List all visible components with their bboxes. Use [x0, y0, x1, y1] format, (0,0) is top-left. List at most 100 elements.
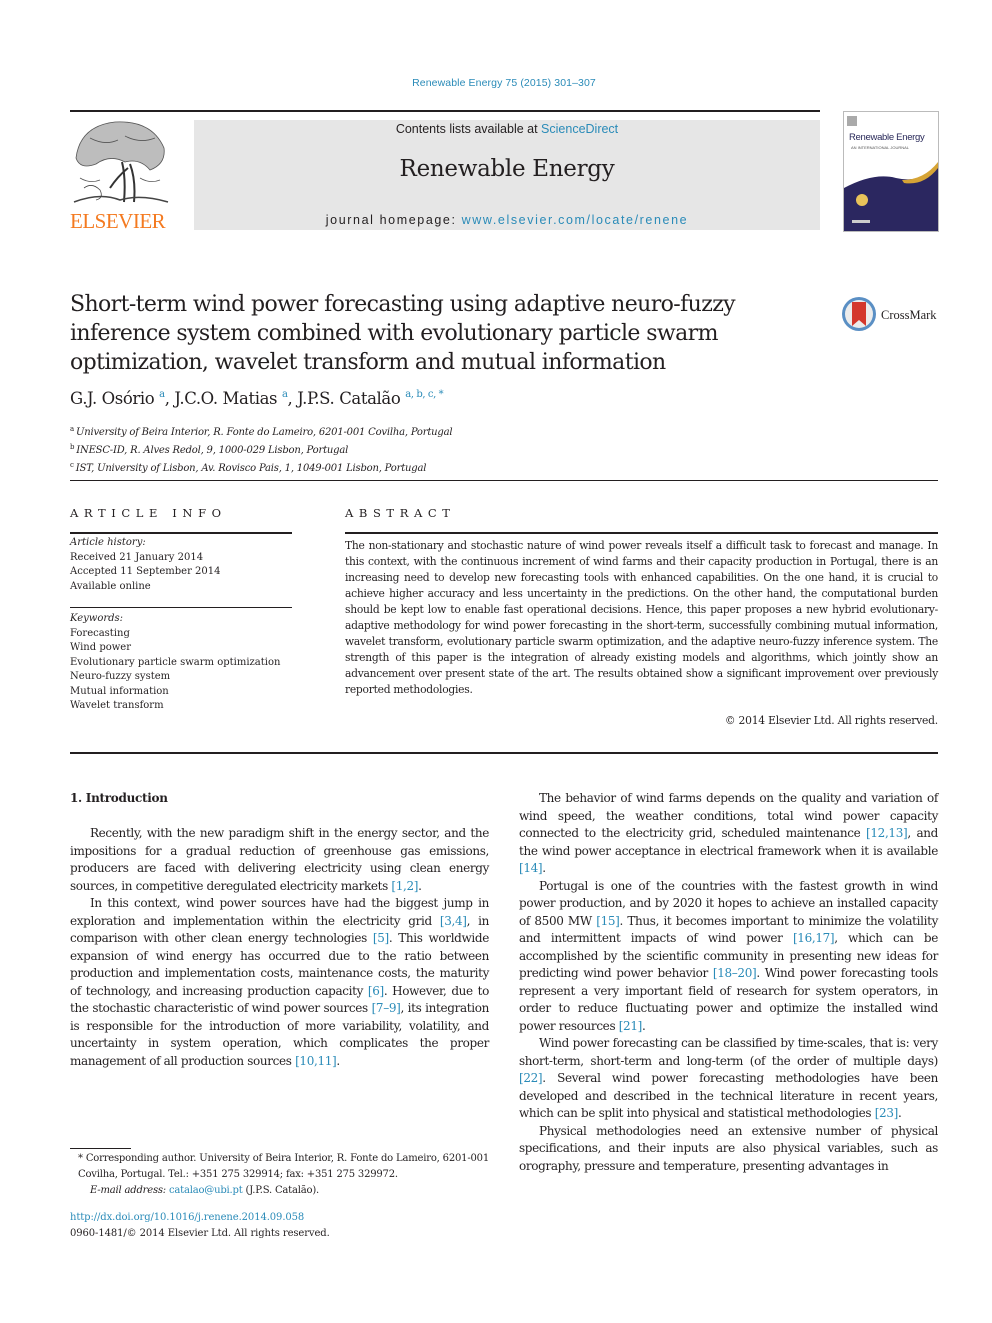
author-separator: ,: [287, 389, 298, 408]
abstract-text: The non-stationary and stochastic nature…: [345, 539, 938, 696]
corresponding-author-footnote: * Corresponding author. University of Be…: [70, 1151, 489, 1199]
paragraph-text: .: [542, 861, 546, 875]
paragraph-text: Physical methodologies need an extensive…: [519, 1123, 938, 1173]
homepage-prefix: journal homepage:: [325, 213, 462, 227]
body-column-right: The behavior of wind farms depends on th…: [519, 790, 938, 1175]
issn-copyright: 0960-1481/© 2014 Elsevier Ltd. All right…: [70, 1228, 330, 1239]
homepage-line: journal homepage: www.elsevier.com/locat…: [194, 213, 820, 227]
abstract-copyright: © 2014 Elsevier Ltd. All rights reserved…: [724, 714, 938, 727]
journal-name: Renewable Energy: [399, 156, 615, 182]
author-name[interactable]: J.P.S. Catalão: [297, 389, 401, 408]
citation-link[interactable]: [18–20]: [713, 966, 757, 980]
keyword-item: Mutual information: [70, 685, 169, 697]
citation-link[interactable]: [23]: [875, 1106, 899, 1120]
elsevier-logo[interactable]: ELSEVIER: [70, 118, 172, 232]
crossmark-icon: [842, 297, 876, 331]
crossmark-label: CrossMark: [881, 308, 937, 322]
keyword-item: Neuro-fuzzy system: [70, 671, 171, 682]
abstract-heading: ABSTRACT: [345, 506, 456, 520]
citation-link[interactable]: [22]: [519, 1071, 543, 1085]
keyword-item: Evolutionary particle swarm optimization: [70, 656, 281, 668]
sciencedirect-link[interactable]: ScienceDirect: [541, 122, 618, 136]
email-label: E-mail address:: [90, 1185, 166, 1196]
citation-link[interactable]: [21]: [619, 1019, 643, 1033]
cover-subtitle: AN INTERNATIONAL JOURNAL: [851, 145, 910, 150]
elsevier-wordmark: ELSEVIER: [70, 209, 166, 233]
author-name[interactable]: J.C.O. Matias: [174, 389, 277, 408]
keyword-item: Forecasting: [70, 627, 130, 639]
paragraph-text: Recently, with the new paradigm shift in…: [70, 826, 489, 893]
email-suffix: (J.P.S. Catalão).: [242, 1185, 320, 1196]
header-rule: [70, 110, 820, 112]
paragraph-text: Wind power forecasting can be classified…: [519, 1036, 938, 1068]
citation-link[interactable]: [14]: [519, 861, 543, 875]
paragraph-text: .: [418, 878, 422, 893]
affiliation-item: a University of Beira Interior, R. Fonte …: [70, 422, 453, 440]
paragraph-text: .: [897, 1106, 902, 1120]
history-label: Article history:: [70, 537, 146, 548]
citation-link[interactable]: [7–9]: [372, 1001, 401, 1015]
keywords: Keywords: Forecasting Wind power Evoluti…: [70, 612, 300, 714]
crossmark-button[interactable]: CrossMark: [841, 296, 941, 334]
citation-link[interactable]: [10,11]: [295, 1054, 337, 1068]
author-name[interactable]: G.J. Osório: [70, 389, 155, 408]
citation-link[interactable]: [16,17]: [793, 931, 835, 945]
affiliation-list: a University of Beira Interior, R. Fonte …: [70, 422, 453, 476]
divider: [345, 532, 938, 534]
citation-link[interactable]: [1,2]: [391, 879, 418, 893]
email-link[interactable]: catalao@ubi.pt: [169, 1185, 243, 1196]
body-paragraph: Wind power forecasting can be classified…: [519, 1035, 938, 1123]
body-paragraph: Physical methodologies need an extensive…: [519, 1123, 938, 1176]
keyword-item: Wind power: [70, 642, 132, 653]
body-paragraph: In this context, wind power sources have…: [70, 895, 489, 1070]
body-paragraph: The behavior of wind farms depends on th…: [519, 790, 938, 878]
corresponding-author-text: * Corresponding author. University of Be…: [78, 1153, 489, 1180]
footnote-rule: [70, 1148, 131, 1149]
paragraph-text: .: [641, 1018, 646, 1033]
journal-cover-thumbnail[interactable]: Renewable Energy AN INTERNATIONAL JOURNA…: [843, 111, 939, 232]
citation-link[interactable]: [5]: [373, 931, 389, 945]
paragraph-text: .: [336, 1053, 340, 1068]
affiliation-key: c: [70, 461, 74, 469]
affiliation-item: b INESC-ID, R. Alves Redol, 9, 1000-029 L…: [70, 440, 452, 458]
citation-link[interactable]: [12,13]: [866, 826, 908, 840]
history-item: Received 21 January 2014: [70, 551, 204, 563]
affiliation-item: c IST, University of Lisbon, Av. Rovisco …: [70, 458, 452, 476]
affiliation-text: INESC-ID, R. Alves Redol, 9, 1000-029 Li…: [76, 445, 349, 456]
citation-link[interactable]: [3,4]: [440, 914, 467, 928]
affiliation-key: a: [70, 425, 74, 433]
article-history: Article history: Received 21 January 201…: [70, 536, 300, 594]
article-info-heading: ARTICLE INFO: [70, 506, 227, 520]
cover-artwork-icon: [844, 116, 938, 231]
divider: [70, 532, 292, 534]
author-affil-sup[interactable]: a, b, c, *: [405, 389, 443, 400]
body-paragraph: Portugal is one of the countries with th…: [519, 878, 938, 1036]
body-column-left: Recently, with the new paradigm shift in…: [70, 825, 489, 1070]
affiliation-key: b: [70, 443, 75, 451]
affiliation-text: University of Beira Interior, R. Fonte d…: [75, 427, 453, 438]
body-paragraph: Recently, with the new paradigm shift in…: [70, 825, 489, 895]
divider: [70, 480, 938, 481]
citation-link[interactable]: [6]: [368, 984, 384, 998]
journal-banner: Contents lists available at ScienceDirec…: [194, 120, 820, 230]
contents-line: Contents lists available at ScienceDirec…: [194, 122, 820, 136]
journal-citation-link[interactable]: Renewable Energy 75 (2015) 301–307: [0, 77, 992, 89]
cover-title: Renewable Energy: [849, 132, 925, 143]
citation-link[interactable]: [15]: [596, 914, 620, 928]
divider: [70, 752, 938, 754]
elsevier-tree-icon: [73, 121, 169, 203]
doi-block: http://dx.doi.org/10.1016/j.renene.2014.…: [70, 1210, 330, 1242]
paragraph-text: In this context, wind power sources have…: [70, 896, 489, 928]
history-item: Available online: [70, 580, 151, 592]
journal-homepage-link[interactable]: www.elsevier.com/locate/renene: [462, 213, 689, 227]
divider: [70, 607, 292, 608]
email-line: E-mail address: catalao@ubi.pt (J.P.S. C…: [70, 1183, 489, 1199]
doi-link[interactable]: http://dx.doi.org/10.1016/j.renene.2014.…: [70, 1210, 330, 1226]
history-item: Accepted 11 September 2014: [70, 566, 221, 577]
affiliation-text: IST, University of Lisbon, Av. Rovisco P…: [75, 463, 427, 474]
section-heading: 1. Introduction: [70, 791, 168, 805]
contents-prefix: Contents lists available at: [395, 122, 542, 136]
keyword-item: Wavelet transform: [70, 700, 164, 711]
keywords-label: Keywords:: [70, 613, 124, 624]
author-list: G.J. Osório a, J.C.O. Matias a, J.P.S. C…: [70, 389, 444, 408]
